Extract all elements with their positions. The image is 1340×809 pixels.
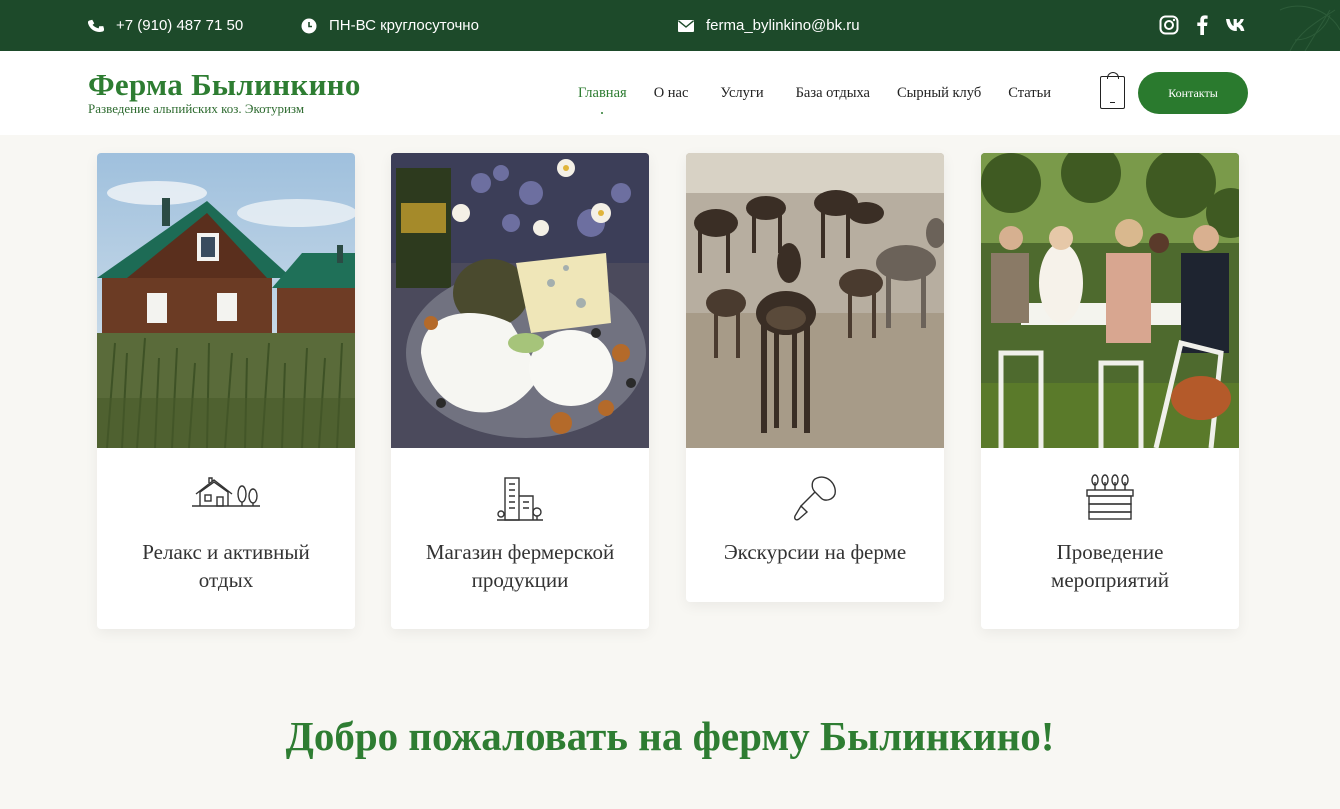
nav-item-articles[interactable]: Статьи xyxy=(1008,85,1051,102)
phone-icon xyxy=(88,19,104,32)
house-trees-icon xyxy=(192,477,260,507)
card-shop[interactable]: Магазин фермерской продукции xyxy=(391,153,649,629)
nav-item-services[interactable]: Услуги xyxy=(720,85,763,102)
planter-icon xyxy=(1086,474,1134,520)
card-relax[interactable]: Релакс и активный отдых xyxy=(97,153,355,629)
nav-item-cheese-club[interactable]: Сырный клуб xyxy=(897,85,981,102)
logo-title[interactable]: Ферма Былинкино xyxy=(88,67,361,103)
card-photo-goats xyxy=(686,153,944,448)
working-hours: ПН-ВС круглосуточно xyxy=(329,17,479,34)
nav-item-home[interactable]: Главная xyxy=(578,85,627,102)
trowel-icon xyxy=(794,476,836,521)
facebook-icon[interactable] xyxy=(1196,14,1208,36)
site-header: Ферма Былинкино Разведение альпийских ко… xyxy=(0,51,1340,135)
card-title: Экскурсии на ферме xyxy=(723,540,907,564)
top-bar: +7 (910) 487 71 50 ПН-ВС круглосуточно f… xyxy=(0,0,1340,51)
card-photo-houses xyxy=(97,153,355,448)
clock-icon xyxy=(301,18,317,33)
email-address[interactable]: ferma_bylinkino@bk.ru xyxy=(706,17,860,34)
vk-icon[interactable] xyxy=(1225,14,1247,36)
main-nav: Главная О нас Услуги База отдыха Сырный … xyxy=(578,51,1078,135)
card-events[interactable]: Проведение мероприятий xyxy=(981,153,1239,629)
card-title: Проведение мероприятий xyxy=(1051,540,1169,592)
contacts-button[interactable]: Контакты xyxy=(1138,72,1248,114)
nav-item-recreation-base[interactable]: База отдыха xyxy=(796,85,870,102)
card-excursions[interactable]: Экскурсии на ферме xyxy=(686,153,944,602)
topbar-phone[interactable]: +7 (910) 487 71 50 xyxy=(88,0,243,51)
welcome-heading: Добро пожаловать на ферму Былинкино! xyxy=(285,713,1055,759)
nav-item-about[interactable]: О нас xyxy=(654,85,689,102)
logo-subtitle: Разведение альпийских коз. Экотуризм xyxy=(88,101,305,116)
mail-icon xyxy=(678,19,694,32)
card-photo-wedding xyxy=(981,153,1239,448)
topbar-email[interactable]: ferma_bylinkino@bk.ru xyxy=(678,0,860,51)
topbar-hours: ПН-ВС круглосуточно xyxy=(301,0,479,51)
social-links xyxy=(1159,14,1247,36)
phone-number[interactable]: +7 (910) 487 71 50 xyxy=(116,17,243,34)
card-title: Релакс и активный отдых xyxy=(142,540,310,592)
cart-icon[interactable] xyxy=(1100,72,1125,109)
card-photo-cheese xyxy=(391,153,649,448)
card-title: Магазин фермерской продукции xyxy=(425,540,615,592)
instagram-icon[interactable] xyxy=(1159,14,1179,36)
shop-building-icon xyxy=(497,477,543,521)
